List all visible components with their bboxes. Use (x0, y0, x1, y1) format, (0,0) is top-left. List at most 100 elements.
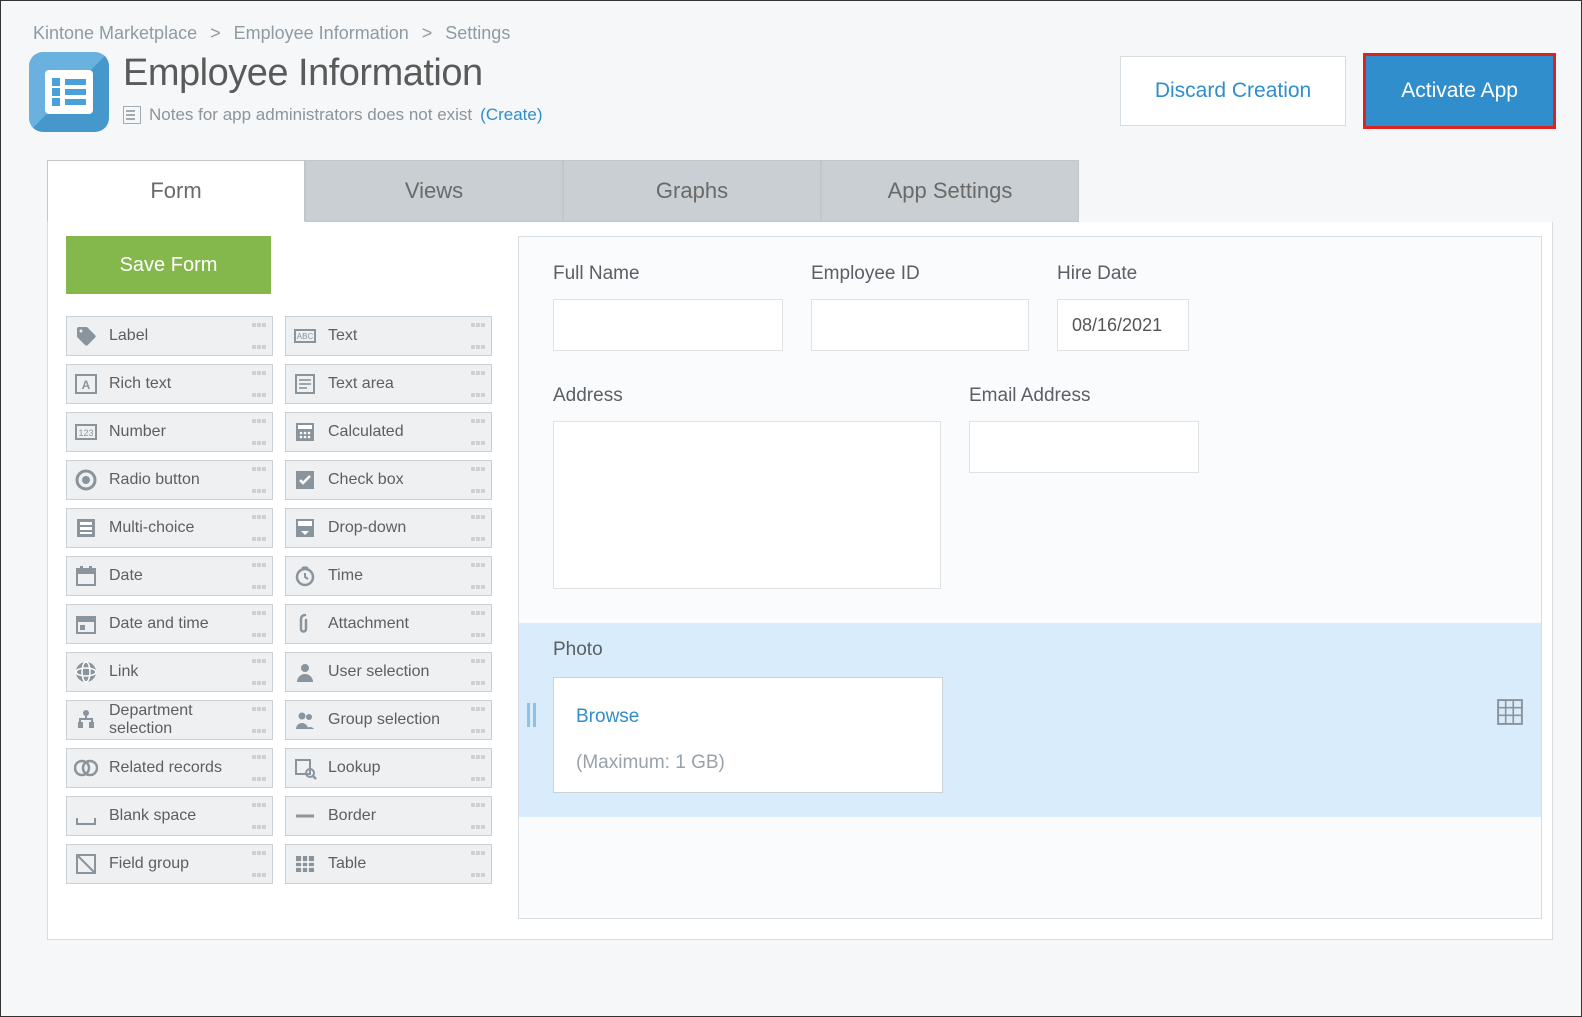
palette-item-label: Number (109, 423, 244, 441)
svg-text:123: 123 (78, 428, 93, 438)
related-icon (71, 754, 101, 782)
form-canvas[interactable]: Full Name Employee ID Hire Date Address (518, 236, 1542, 919)
attach-icon (290, 610, 320, 638)
palette-item-number[interactable]: 123 Number (66, 412, 273, 452)
email-label: Email Address (969, 385, 1199, 407)
palette-item-label: Calculated (328, 423, 463, 441)
palette-item-user[interactable]: User selection (285, 652, 492, 692)
activate-app-button[interactable]: Activate App (1366, 56, 1553, 126)
save-form-button[interactable]: Save Form (66, 236, 271, 294)
app-icon (29, 52, 109, 132)
palette-item-label: Link (109, 663, 244, 681)
palette-item-label: Rich text (109, 375, 244, 393)
grip-icon (471, 755, 485, 781)
palette-item-dropdown[interactable]: Drop-down (285, 508, 492, 548)
photo-dropzone[interactable]: Browse (Maximum: 1 GB) (553, 677, 943, 793)
palette-item-link[interactable]: Link (66, 652, 273, 692)
palette-item-richtext[interactable]: ARich text (66, 364, 273, 404)
full-name-input[interactable] (553, 299, 783, 351)
grip-icon (252, 515, 266, 541)
palette-item-tag[interactable]: Label (66, 316, 273, 356)
discard-creation-button[interactable]: Discard Creation (1120, 56, 1346, 126)
palette-item-text[interactable]: ABC Text (285, 316, 492, 356)
palette-item-label: Time (328, 567, 463, 585)
palette-item-groupsel[interactable]: Group selection (285, 700, 492, 740)
tab-graphs[interactable]: Graphs (563, 160, 821, 222)
photo-label: Photo (553, 639, 1517, 661)
palette-item-multichoice[interactable]: Multi-choice (66, 508, 273, 548)
grip-icon (471, 851, 485, 877)
grip-icon (471, 371, 485, 397)
grip-icon (471, 467, 485, 493)
palette-item-label: Field group (109, 855, 244, 873)
palette-item-textarea[interactable]: Text area (285, 364, 492, 404)
palette-item-label: Text area (328, 375, 463, 393)
email-input[interactable] (969, 421, 1199, 473)
grip-icon (252, 851, 266, 877)
drag-handle-icon[interactable] (527, 703, 536, 727)
grip-icon (252, 419, 266, 445)
breadcrumb-item[interactable]: Kintone Marketplace (33, 23, 197, 43)
palette-item-datetime[interactable]: Date and time (66, 604, 273, 644)
palette-item-calc[interactable]: Calculated (285, 412, 492, 452)
palette-item-group[interactable]: Field group (66, 844, 273, 884)
grip-icon (252, 563, 266, 589)
svg-text:ABC: ABC (297, 332, 314, 341)
address-input[interactable] (553, 421, 941, 589)
palette-item-time[interactable]: Time (285, 556, 492, 596)
grip-icon (252, 371, 266, 397)
palette-item-attach[interactable]: Attachment (285, 604, 492, 644)
palette-item-related[interactable]: Related records (66, 748, 273, 788)
grip-icon (252, 707, 266, 733)
create-notes-link[interactable]: (Create) (480, 105, 542, 125)
palette-item-label: Label (109, 327, 244, 345)
user-icon (290, 658, 320, 686)
palette-item-label: Department selection (109, 702, 244, 738)
grip-icon (471, 323, 485, 349)
address-label: Address (553, 385, 941, 407)
palette-item-checkbox[interactable]: Check box (285, 460, 492, 500)
border-icon (290, 802, 320, 830)
palette-item-table[interactable]: Table (285, 844, 492, 884)
grip-icon (471, 419, 485, 445)
grip-icon (252, 467, 266, 493)
checkbox-icon (290, 466, 320, 494)
grip-icon (471, 803, 485, 829)
palette-item-label: User selection (328, 663, 463, 681)
tab-form[interactable]: Form (47, 160, 305, 222)
palette-item-label: Blank space (109, 807, 244, 825)
table-settings-icon[interactable] (1497, 699, 1523, 725)
time-icon (290, 562, 320, 590)
notes-text: Notes for app administrators does not ex… (149, 105, 472, 125)
full-name-label: Full Name (553, 263, 783, 285)
groupsel-icon (290, 706, 320, 734)
palette-item-radio[interactable]: Radio button (66, 460, 273, 500)
dept-icon (71, 706, 101, 734)
employee-id-input[interactable] (811, 299, 1029, 351)
palette-item-label: Text (328, 327, 463, 345)
tab-views[interactable]: Views (305, 160, 563, 222)
palette-item-label: Check box (328, 471, 463, 489)
palette-item-dept[interactable]: Department selection (66, 700, 273, 740)
employee-id-label: Employee ID (811, 263, 1029, 285)
link-icon (71, 658, 101, 686)
breadcrumb-item[interactable]: Employee Information (234, 23, 409, 43)
palette-item-label: Multi-choice (109, 519, 244, 537)
browse-link[interactable]: Browse (576, 706, 920, 728)
dropdown-icon (290, 514, 320, 542)
palette-item-label: Table (328, 855, 463, 873)
grip-icon (471, 563, 485, 589)
palette-item-date[interactable]: Date (66, 556, 273, 596)
field-palette: Label ABC Text ARich text Text area 123 Number… (66, 316, 492, 884)
breadcrumb-sep: > (422, 23, 433, 43)
breadcrumb-sep: > (210, 23, 221, 43)
palette-item-lookup[interactable]: Lookup (285, 748, 492, 788)
grip-icon (471, 515, 485, 541)
palette-item-blank[interactable]: Blank space (66, 796, 273, 836)
hire-date-input[interactable] (1057, 299, 1189, 351)
radio-icon (71, 466, 101, 494)
photo-field-selected[interactable]: Photo Browse (Maximum: 1 GB) (519, 623, 1541, 817)
tab-app-settings[interactable]: App Settings (821, 160, 1079, 222)
palette-item-label: Group selection (328, 711, 463, 729)
palette-item-border[interactable]: Border (285, 796, 492, 836)
